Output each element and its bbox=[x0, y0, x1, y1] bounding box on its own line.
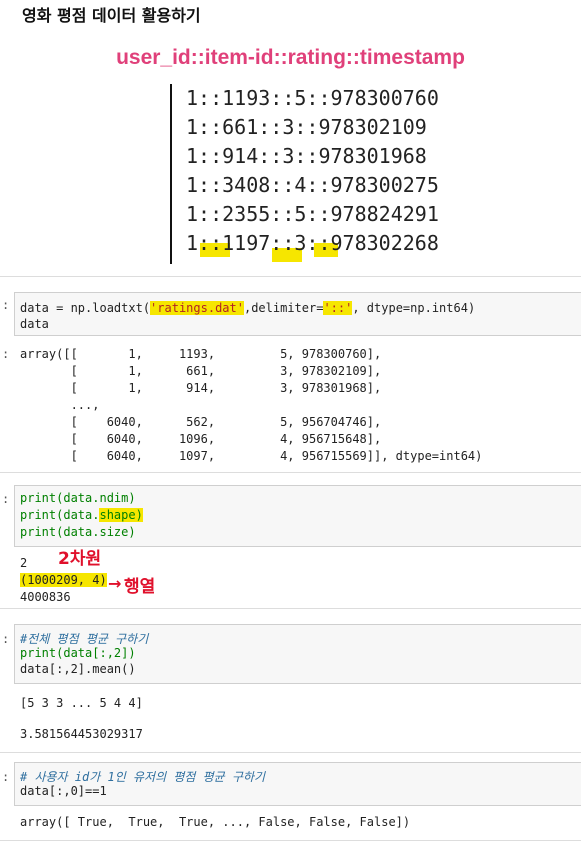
code-line: data[:,2].mean() bbox=[20, 662, 136, 676]
output-line: ..., bbox=[20, 398, 100, 412]
cell-divider bbox=[0, 752, 581, 753]
rating-line: 1::1197::3::978302268 bbox=[186, 231, 439, 255]
cell-divider bbox=[0, 840, 581, 841]
code-line: data = np.loadtxt('ratings.dat',delimite… bbox=[20, 301, 475, 315]
rating-line: 1::1193::5::978300760 bbox=[186, 86, 439, 110]
output-line: array([[ 1, 1193, 5, 978300760], bbox=[20, 347, 382, 361]
cell-prompt: : bbox=[2, 632, 10, 646]
highlight-shape: shape) bbox=[99, 508, 143, 522]
code-text: data = np.loadtxt( bbox=[20, 301, 151, 315]
annotation-rowcol: 행열 bbox=[124, 577, 156, 597]
code-text: print(data[:,2]) bbox=[20, 646, 136, 660]
code-cell-mean[interactable]: #전체 평점 평균 구하기 print(data[:,2]) data[:,2]… bbox=[14, 624, 581, 684]
code-cell-load[interactable]: data = np.loadtxt('ratings.dat',delimite… bbox=[14, 292, 581, 336]
cell-prompt: : bbox=[2, 770, 10, 784]
cell-prompt: : bbox=[2, 492, 10, 506]
rating-line: 1::2355::5::978824291 bbox=[186, 202, 439, 226]
output-line: (1000209, 4) bbox=[20, 573, 107, 587]
code-line: print(data.size) bbox=[20, 525, 136, 539]
output-line: array([ True, True, True, ..., False, Fa… bbox=[20, 815, 411, 829]
cell-divider bbox=[0, 276, 581, 277]
output-line: 3.581564453029317 bbox=[20, 727, 143, 741]
highlight-ratings-dat: 'ratings.dat' bbox=[150, 301, 244, 315]
format-subtitle: user_id::item-id::rating::timestamp bbox=[116, 46, 465, 69]
output-line: [ 6040, 1097, 4, 956715569]], dtype=int6… bbox=[20, 449, 483, 463]
code-comment: #전체 평점 평균 구하기 bbox=[20, 632, 149, 646]
code-line: print(data[:,2]) bbox=[20, 646, 136, 660]
code-line: print(data.ndim) bbox=[20, 491, 136, 505]
output-line: 4000836 bbox=[20, 590, 71, 604]
output-line: [5 3 3 ... 5 4 4] bbox=[20, 696, 143, 710]
code-text: print(data.ndim) bbox=[20, 491, 136, 505]
rating-line: 1::914::3::978301968 bbox=[186, 144, 427, 168]
output-line: [ 6040, 1096, 4, 956715648], bbox=[20, 432, 382, 446]
output-line: [ 6040, 562, 5, 956704746], bbox=[20, 415, 382, 429]
rating-line: 1::661::3::978302109 bbox=[186, 115, 427, 139]
code-text: print(data. bbox=[20, 508, 100, 522]
output-line: [ 1, 661, 3, 978302109], bbox=[20, 364, 382, 378]
code-text: , dtype=np.int64) bbox=[352, 301, 476, 315]
code-cell-shape[interactable]: print(data.ndim) print(data.shape) print… bbox=[14, 485, 581, 547]
highlight-shape-output: (1000209, 4) bbox=[20, 573, 107, 587]
highlight-delimiter: '::' bbox=[323, 301, 353, 315]
code-line: data bbox=[20, 317, 49, 331]
code-line: print(data.shape) bbox=[20, 508, 143, 522]
cell-prompt: : bbox=[2, 298, 10, 312]
code-text: print(data.size) bbox=[20, 525, 136, 539]
annotation-arrow: → bbox=[108, 574, 122, 593]
rating-sample-block: 1::1193::5::978300760 1::661::3::9783021… bbox=[170, 84, 462, 264]
code-cell-filter[interactable]: # 사용자 id가 1인 유저의 평점 평균 구하기 data[:,0]==1 bbox=[14, 762, 581, 806]
output-prompt: : bbox=[2, 347, 10, 361]
code-comment: # 사용자 id가 1인 유저의 평점 평균 구하기 bbox=[20, 770, 266, 784]
code-text: ,delimiter= bbox=[243, 301, 324, 315]
output-line: [ 1, 914, 3, 978301968], bbox=[20, 381, 382, 395]
code-line: data[:,0]==1 bbox=[20, 784, 107, 798]
cell-divider bbox=[0, 472, 581, 473]
code-string: 'ratings.dat' bbox=[150, 301, 244, 315]
rating-line: 1::3408::4::978300275 bbox=[186, 173, 439, 197]
page-title: 영화 평점 데이터 활용하기 bbox=[22, 6, 201, 25]
output-line: 2 bbox=[20, 556, 28, 570]
cell-divider bbox=[0, 608, 581, 609]
annotation-dimension: 2차원 bbox=[58, 549, 102, 569]
